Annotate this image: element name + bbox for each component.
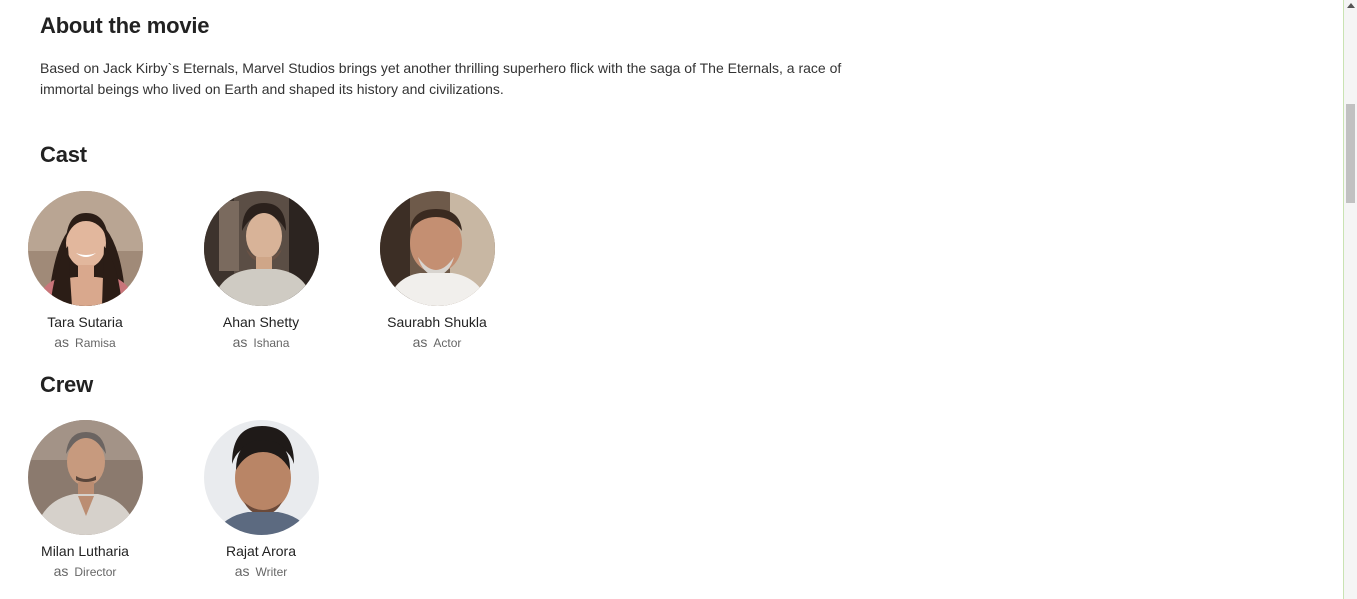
cast-role: as Ramisa bbox=[10, 335, 160, 350]
crew-name[interactable]: Milan Lutharia bbox=[10, 543, 160, 559]
cast-name[interactable]: Saurabh Shukla bbox=[362, 314, 512, 330]
scroll-up-arrow-icon[interactable] bbox=[1347, 3, 1355, 8]
role-text: Actor bbox=[433, 336, 462, 350]
role-text: Ishana bbox=[253, 336, 290, 350]
role-text: Director bbox=[74, 565, 117, 579]
main-content: About the movie Based on Jack Kirby`s Et… bbox=[0, 0, 1343, 599]
about-title: About the movie bbox=[40, 13, 210, 38]
crew-member-rajat-arora[interactable]: Rajat Arora as Writer bbox=[186, 420, 336, 579]
avatar[interactable] bbox=[203, 420, 319, 535]
role-text: Ramisa bbox=[75, 336, 116, 350]
crew-name[interactable]: Rajat Arora bbox=[186, 543, 336, 559]
as-label: as bbox=[54, 334, 70, 350]
role-text: Writer bbox=[255, 565, 288, 579]
avatar[interactable] bbox=[379, 191, 495, 306]
cast-member-tara-sutaria[interactable]: Tara Sutaria as Ramisa bbox=[10, 191, 160, 350]
cast-title: Cast bbox=[40, 142, 87, 167]
cast-name[interactable]: Tara Sutaria bbox=[10, 314, 160, 330]
cast-member-saurabh-shukla[interactable]: Saurabh Shukla as Actor bbox=[362, 191, 512, 350]
avatar[interactable] bbox=[27, 191, 143, 306]
cast-member-ahan-shetty[interactable]: Ahan Shetty as Ishana bbox=[186, 191, 336, 350]
vertical-scrollbar[interactable] bbox=[1343, 0, 1357, 599]
as-label: as bbox=[53, 563, 69, 579]
crew-member-milan-lutharia[interactable]: Milan Lutharia as Director bbox=[10, 420, 160, 579]
as-label: as bbox=[412, 334, 428, 350]
crew-title: Crew bbox=[40, 372, 93, 397]
page: About the movie Based on Jack Kirby`s Et… bbox=[0, 0, 1357, 599]
crew-role: as Director bbox=[10, 564, 160, 579]
scroll-thumb[interactable] bbox=[1346, 104, 1355, 203]
cast-name[interactable]: Ahan Shetty bbox=[186, 314, 336, 330]
cast-role: as Actor bbox=[362, 335, 512, 350]
cast-role: as Ishana bbox=[186, 335, 336, 350]
avatar[interactable] bbox=[203, 191, 319, 306]
about-description: Based on Jack Kirby`s Eternals, Marvel S… bbox=[40, 60, 842, 97]
as-label: as bbox=[232, 334, 248, 350]
avatar[interactable] bbox=[27, 420, 143, 535]
crew-role: as Writer bbox=[186, 564, 336, 579]
as-label: as bbox=[234, 563, 250, 579]
